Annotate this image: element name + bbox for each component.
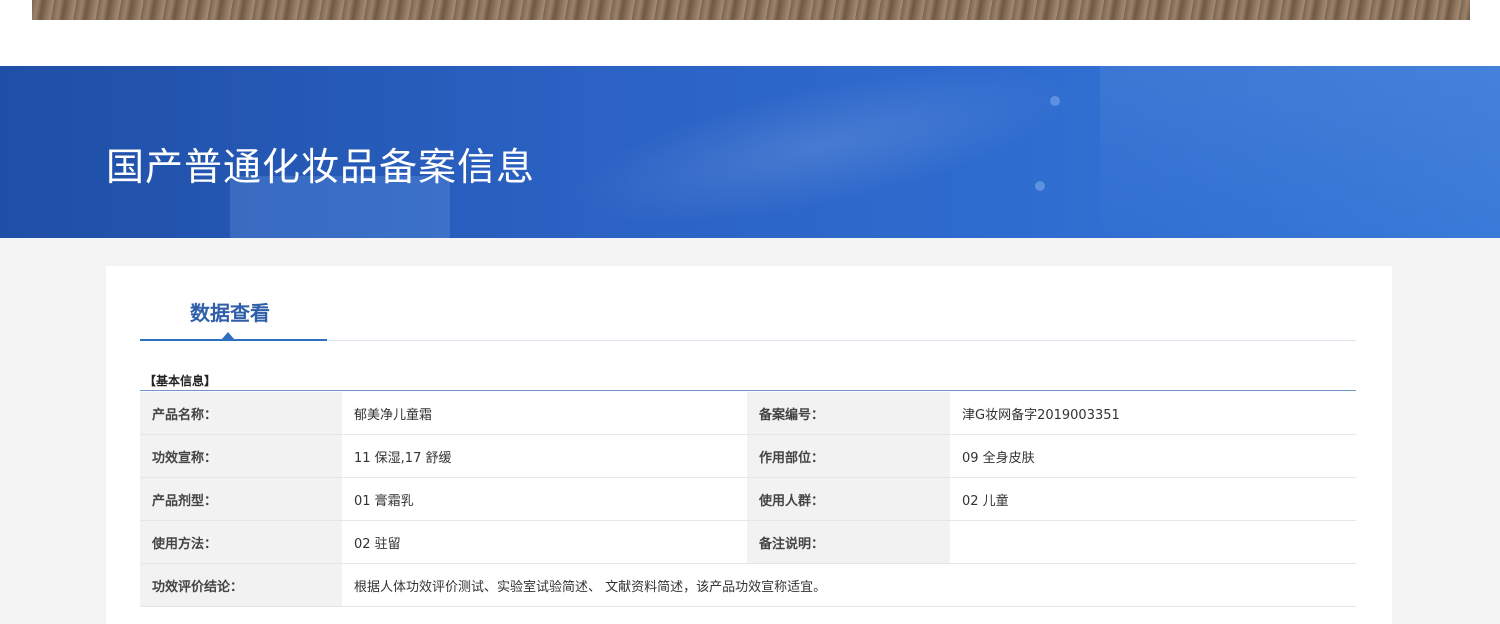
field-label: 功效评价结论： — [140, 563, 342, 607]
field-value: 09 全身皮肤 — [950, 434, 1356, 478]
table-row: 产品名称： 郁美净儿童霜 备案编号： 津G妆网备字2019003351 — [140, 392, 1356, 435]
banner-glow — [1100, 66, 1500, 238]
section-title-basic-info: 【基本信息】 — [144, 374, 217, 388]
table-row: 功效评价结论： 根据人体功效评价测试、实验室试验简述、 文献资料简述，该产品功效… — [140, 563, 1356, 607]
tab-data-view[interactable]: 数据查看 — [190, 297, 270, 326]
field-value — [950, 520, 1356, 564]
field-label: 产品名称： — [140, 392, 342, 435]
field-value: 郁美净儿童霜 — [342, 392, 747, 435]
banner-dot — [1050, 96, 1060, 106]
hero-banner: 国产普通化妆品备案信息 — [0, 66, 1500, 238]
field-value: 津G妆网备字2019003351 — [950, 392, 1356, 435]
field-label: 功效宣称： — [140, 434, 342, 478]
product-photo-strip — [32, 0, 1470, 20]
field-value: 11 保湿,17 舒缓 — [342, 434, 747, 478]
tab-caret-icon — [222, 332, 234, 339]
basic-info-table: 产品名称： 郁美净儿童霜 备案编号： 津G妆网备字2019003351 功效宣称… — [140, 392, 1356, 607]
table-row: 功效宣称： 11 保湿,17 舒缓 作用部位： 09 全身皮肤 — [140, 434, 1356, 478]
field-label: 备注说明： — [747, 520, 950, 564]
field-label: 使用方法： — [140, 520, 342, 564]
field-label: 备案编号： — [747, 392, 950, 435]
field-value: 根据人体功效评价测试、实验室试验简述、 文献资料简述，该产品功效宣称适宜。 — [342, 563, 1356, 607]
table-row: 使用方法： 02 驻留 备注说明： — [140, 520, 1356, 564]
data-panel: 数据查看 【基本信息】 产品名称： 郁美净儿童霜 备案编号： 津G妆网备字201… — [106, 266, 1392, 624]
field-label: 产品剂型： — [140, 477, 342, 521]
banner-glow — [553, 66, 1087, 238]
top-strip — [0, 0, 1500, 66]
field-value: 01 膏霜乳 — [342, 477, 747, 521]
table-row: 产品剂型： 01 膏霜乳 使用人群： 02 儿童 — [140, 477, 1356, 521]
field-value: 02 儿童 — [950, 477, 1356, 521]
field-value: 02 驻留 — [342, 520, 747, 564]
field-label: 作用部位： — [747, 434, 950, 478]
banner-dot — [1035, 181, 1045, 191]
active-tab-indicator — [140, 339, 327, 341]
field-label: 使用人群： — [747, 477, 950, 521]
page-title: 国产普通化妆品备案信息 — [106, 145, 536, 189]
section-divider — [140, 390, 1356, 391]
